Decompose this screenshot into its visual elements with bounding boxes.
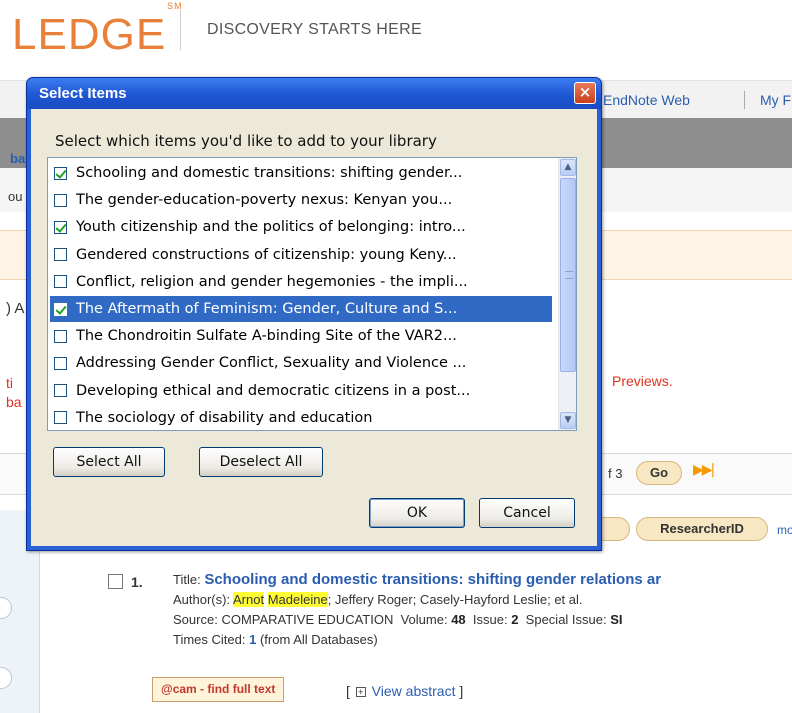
authors-label: Author(s):: [173, 592, 231, 607]
page-fragment-1: ba: [10, 151, 26, 166]
times-cited-label: Times Cited:: [173, 632, 246, 647]
ok-button[interactable]: OK: [369, 498, 465, 528]
issue-label: Issue:: [472, 612, 508, 627]
highlighted-author-first[interactable]: Madeleine: [267, 592, 328, 607]
my-link[interactable]: My F: [760, 92, 791, 108]
record-cited-line: Times Cited: 1 (from All Databases): [173, 632, 378, 647]
list-item[interactable]: The Aftermath of Feminism: Gender, Cultu…: [50, 296, 552, 322]
list-item-label: Developing ethical and democratic citize…: [76, 382, 471, 399]
checked-checkbox[interactable]: [54, 220, 67, 234]
logo-text: LEDGE: [12, 10, 167, 59]
checkbox[interactable]: [54, 384, 67, 398]
items-listbox[interactable]: Schooling and domestic transitions: shif…: [47, 157, 577, 431]
tagline: DISCOVERY STARTS HERE: [207, 21, 422, 38]
scroll-down-icon[interactable]: ▼: [560, 412, 576, 429]
refine-toggle-icon[interactable]: [0, 597, 12, 619]
list-item[interactable]: Gendered constructions of citizenship: y…: [50, 242, 552, 268]
list-item[interactable]: Developing ethical and democratic citize…: [50, 378, 552, 404]
go-button[interactable]: Go: [636, 461, 682, 485]
list-item[interactable]: Conflict, religion and gender hegemonies…: [50, 269, 552, 295]
list-item[interactable]: Addressing Gender Conflict, Sexuality an…: [50, 350, 552, 376]
times-cited-count[interactable]: 1: [249, 632, 256, 647]
dialog-title: Select Items: [39, 85, 127, 102]
list-item-label: The Chondroitin Sulfate A-binding Site o…: [76, 328, 457, 345]
list-item-label: The gender-education-poverty nexus: Keny…: [76, 192, 453, 209]
more-link[interactable]: mo: [777, 523, 792, 537]
endnote-web-link[interactable]: EndNote Web: [603, 92, 690, 108]
abstract-bracket-close: ]: [459, 683, 464, 699]
view-abstract-link[interactable]: View abstract: [372, 683, 456, 699]
previews-text: Previews.: [612, 373, 673, 389]
refine-toggle-icon[interactable]: [0, 667, 12, 689]
list-item-label: Addressing Gender Conflict, Sexuality an…: [76, 355, 467, 372]
dialog-prompt: Select which items you'd like to add to …: [55, 132, 437, 150]
page-fragment-3: ) A: [6, 300, 25, 317]
scroll-thumb[interactable]: [560, 178, 576, 372]
authors-rest: ; Jeffery Roger; Casely-Hayford Leslie; …: [327, 592, 583, 607]
list-item[interactable]: The sociology of disability and educatio…: [50, 405, 552, 430]
title-label: Title:: [173, 572, 201, 587]
expand-plus-icon[interactable]: +: [355, 687, 366, 698]
checkbox[interactable]: [54, 329, 67, 343]
top-links-separator: [744, 91, 745, 109]
list-item-label: The sociology of disability and educatio…: [76, 409, 373, 426]
list-item-label: Gendered constructions of citizenship: y…: [76, 246, 457, 263]
scroll-up-icon[interactable]: ▲: [560, 159, 576, 176]
record-number: 1.: [131, 574, 143, 590]
checkbox[interactable]: [54, 356, 67, 370]
list-item-label: The Aftermath of Feminism: Gender, Cultu…: [76, 301, 458, 317]
ledge-logo: LEDGESM: [12, 1, 182, 60]
checkbox[interactable]: [54, 248, 67, 262]
scroll-grip-icon: [565, 271, 573, 279]
dialog-titlebar[interactable]: Select Items ×: [27, 78, 601, 109]
find-full-text-button[interactable]: @cam - find full text: [152, 677, 285, 702]
deselect-all-button[interactable]: Deselect All: [199, 447, 323, 477]
record-authors-line: Author(s): Arnot Madeleine; Jeffery Roge…: [173, 592, 583, 607]
researcherid-button[interactable]: ResearcherID: [636, 517, 768, 541]
list-item-label: Schooling and domestic transitions: shif…: [76, 165, 463, 181]
volume-value: 48: [451, 612, 466, 627]
view-abstract[interactable]: [ + View abstract ]: [346, 683, 463, 699]
list-item[interactable]: The Chondroitin Sulfate A-binding Site o…: [50, 323, 552, 349]
list-item[interactable]: Youth citizenship and the politics of be…: [50, 214, 552, 240]
volume-label: Volume:: [400, 612, 448, 627]
times-cited-suffix: (from All Databases): [259, 632, 378, 647]
abstract-bracket-open: [: [346, 683, 350, 699]
page-of-count: f 3: [608, 466, 623, 481]
checked-checkbox[interactable]: [54, 302, 67, 316]
listbox-scrollbar[interactable]: ▲ ▼: [558, 158, 576, 430]
select-items-dialog: Select Items × Select which items you'd …: [26, 77, 602, 551]
issue-value: 2: [511, 612, 519, 627]
checkbox[interactable]: [54, 275, 67, 289]
source-journal: COMPARATIVE EDUCATION: [221, 612, 394, 627]
checked-checkbox[interactable]: [54, 166, 67, 180]
list-item-label: Conflict, religion and gender hegemonies…: [76, 273, 468, 290]
page-fragment-5: ba: [6, 394, 22, 410]
record-source-line: Source: COMPARATIVE EDUCATION Volume: 48…: [173, 612, 623, 627]
source-label: Source:: [173, 612, 218, 627]
list-item[interactable]: Schooling and domestic transitions: shif…: [50, 160, 552, 186]
record-title-link[interactable]: Schooling and domestic transitions: shif…: [204, 571, 661, 588]
record-checkbox[interactable]: [108, 574, 123, 589]
special-issue-label: Special Issue:: [525, 612, 607, 627]
page-fragment-2: ou: [8, 189, 23, 204]
page-fragment-4: ti: [6, 375, 13, 391]
header-divider: [180, 10, 181, 50]
dialog-body: Select which items you'd like to add to …: [31, 109, 597, 546]
highlighted-author-last[interactable]: Arnot: [232, 592, 265, 607]
close-icon[interactable]: ×: [574, 82, 596, 104]
last-page-icon[interactable]: ▶▶|: [693, 462, 715, 478]
cancel-button[interactable]: Cancel: [479, 498, 575, 528]
list-item-label: Youth citizenship and the politics of be…: [76, 219, 466, 236]
checkbox[interactable]: [54, 193, 67, 207]
select-all-button[interactable]: Select All: [53, 447, 165, 477]
record-title-line: Title: Schooling and domestic transition…: [173, 571, 661, 588]
list-item[interactable]: The gender-education-poverty nexus: Keny…: [50, 187, 552, 213]
checkbox[interactable]: [54, 411, 67, 425]
special-issue-value: SI: [610, 612, 623, 627]
